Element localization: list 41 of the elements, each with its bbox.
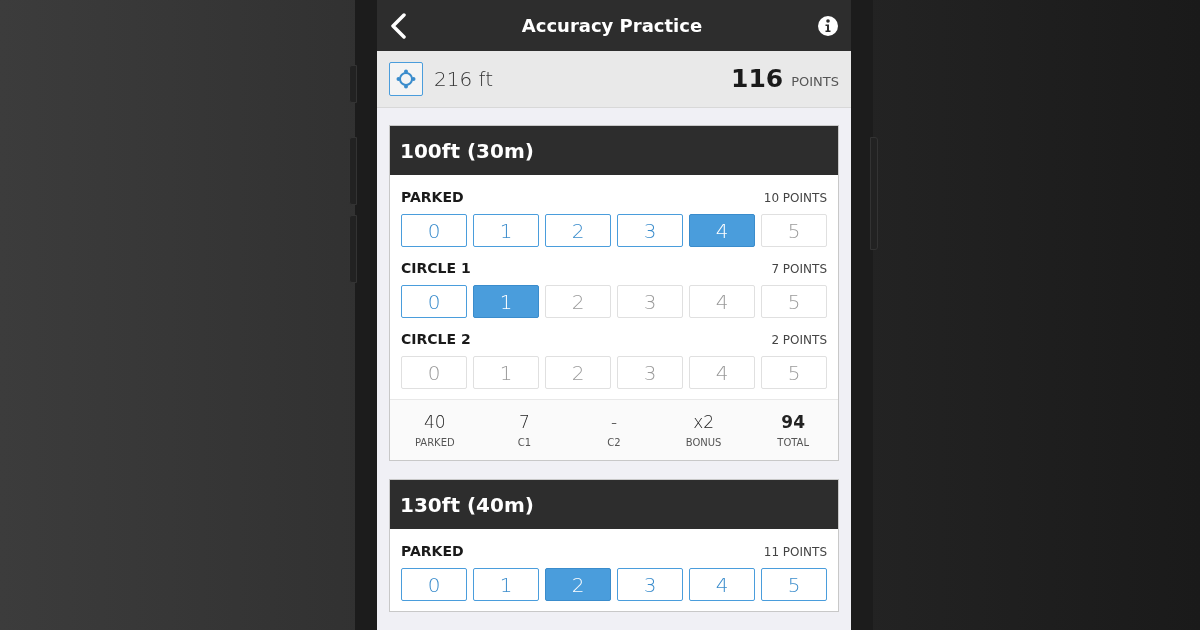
round-title: 130ft (40m) (400, 491, 534, 519)
crosshair-icon (396, 69, 416, 89)
summary-label: TOTAL (777, 436, 810, 451)
row-points: 11 POINTS (763, 543, 827, 561)
row-label: CIRCLE 1 (401, 259, 471, 278)
screen-title: Accuracy Practice (521, 14, 703, 38)
summary-label: BONUS (685, 436, 722, 451)
score-option[interactable]: 4 (689, 214, 755, 247)
round-title: 100ft (30m) (400, 137, 534, 165)
score-option[interactable]: 0 (401, 568, 467, 601)
points-unit: POINTS (791, 73, 839, 92)
score-option[interactable]: 0 (401, 214, 467, 247)
summary-label: C2 (607, 436, 621, 451)
summary-value: x2 (693, 410, 714, 434)
distance-text: 216 ft (434, 66, 494, 93)
summary-label: C1 (517, 436, 532, 451)
summary-value: 40 (423, 410, 446, 434)
target-button[interactable] (389, 62, 423, 96)
score-option[interactable]: 5 (761, 568, 827, 601)
back-icon[interactable] (389, 12, 407, 39)
row-points: 7 POINTS (771, 260, 827, 278)
score-option[interactable]: 3 (617, 568, 683, 601)
info-icon[interactable] (817, 14, 839, 37)
row-label: CIRCLE 2 (401, 330, 471, 349)
score-option[interactable]: 2 (545, 568, 611, 601)
row-points: 10 POINTS (763, 189, 827, 207)
score-option[interactable]: 1 (473, 214, 539, 247)
summary-value: - (610, 410, 618, 434)
summary-value: 7 (518, 410, 530, 434)
score-option[interactable]: 1 (473, 568, 539, 601)
score-option[interactable]: 1 (473, 285, 539, 318)
row-label: PARKED (401, 542, 464, 561)
score-option[interactable]: 2 (545, 214, 611, 247)
total-points: 116 (731, 63, 784, 96)
score-option[interactable]: 3 (617, 214, 683, 247)
row-points: 2 POINTS (771, 331, 827, 349)
score-option[interactable]: 0 (401, 285, 467, 318)
summary-label: PARKED (414, 436, 455, 451)
score-option[interactable]: 4 (689, 568, 755, 601)
summary-value: 94 (781, 410, 805, 434)
row-label: PARKED (401, 188, 464, 207)
